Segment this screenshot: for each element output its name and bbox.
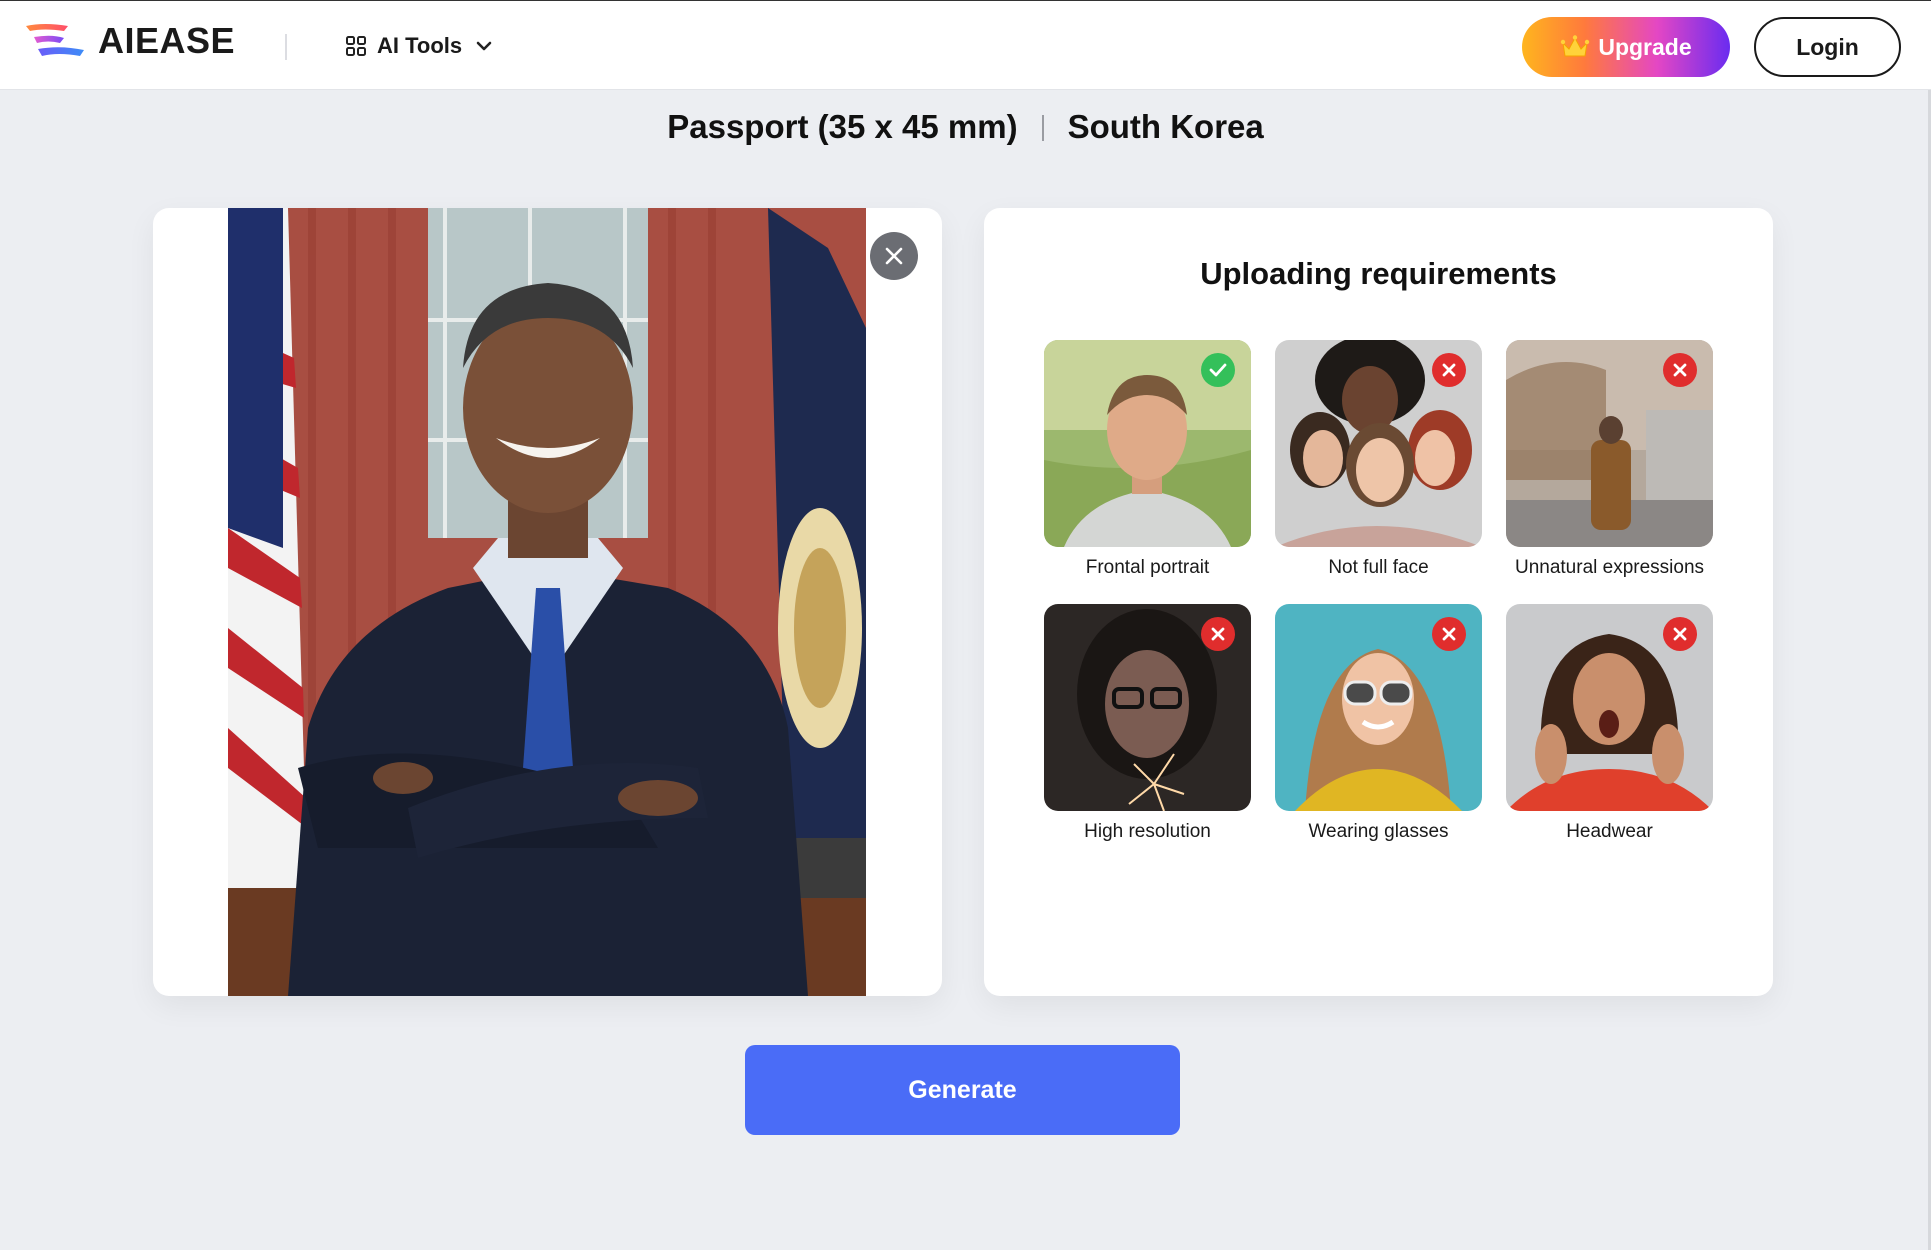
requirement-unnatural-expressions: Unnatural expressions xyxy=(1506,340,1713,579)
uploaded-photo-panel xyxy=(153,208,942,996)
title-separator xyxy=(1041,115,1044,141)
x-icon xyxy=(1442,627,1456,641)
close-icon xyxy=(885,247,903,265)
requirement-label: High resolution xyxy=(1084,821,1211,842)
page-title: Passport (35 x 45 mm) South Korea xyxy=(0,108,1931,146)
header-divider xyxy=(285,34,287,60)
rejected-badge xyxy=(1432,353,1466,387)
requirements-panel: Uploading requirements Frontal portrait xyxy=(984,208,1773,996)
login-label: Login xyxy=(1796,33,1859,60)
ai-tools-label: AI Tools xyxy=(377,33,463,58)
login-button[interactable]: Login xyxy=(1754,17,1901,77)
requirement-label: Wearing glasses xyxy=(1308,821,1449,842)
rejected-badge xyxy=(1663,353,1697,387)
logo-text: AIEASE xyxy=(98,20,236,61)
generate-label: Generate xyxy=(908,1075,1017,1104)
allowed-badge xyxy=(1201,353,1235,387)
upgrade-label: Upgrade xyxy=(1598,33,1692,60)
requirement-not-full-face: Not full face xyxy=(1275,340,1482,579)
chevron-down-icon xyxy=(476,41,492,51)
passport-spec: Passport (35 x 45 mm) xyxy=(667,108,1018,145)
country-name: South Korea xyxy=(1067,108,1264,145)
generate-button[interactable]: Generate xyxy=(745,1045,1180,1135)
requirement-headwear: Headwear xyxy=(1506,604,1713,843)
requirement-thumbnail xyxy=(1506,340,1713,547)
crown-icon xyxy=(1561,35,1590,57)
requirement-thumbnail xyxy=(1275,604,1482,811)
upgrade-button[interactable]: Upgrade xyxy=(1522,17,1730,77)
x-icon xyxy=(1673,627,1687,641)
logo[interactable]: AIEASE xyxy=(24,20,236,61)
requirement-label: Headwear xyxy=(1566,821,1653,842)
x-icon xyxy=(1442,363,1456,377)
check-icon xyxy=(1209,363,1227,377)
rejected-badge xyxy=(1663,617,1697,651)
rejected-badge xyxy=(1201,617,1235,651)
aiease-logo-icon xyxy=(26,24,84,56)
requirement-label: Frontal portrait xyxy=(1085,557,1210,578)
requirement-high-resolution: High resolution xyxy=(1044,604,1251,843)
requirement-frontal-portrait: Frontal portrait xyxy=(1044,340,1251,579)
requirement-thumbnail xyxy=(1275,340,1482,547)
requirements-title: Uploading requirements xyxy=(1200,256,1557,291)
rejected-badge xyxy=(1432,617,1466,651)
x-icon xyxy=(1673,363,1687,377)
requirements-grid: Frontal portrait Not full face Unnatural… xyxy=(1044,340,1714,860)
requirement-thumbnail xyxy=(1506,604,1713,811)
x-icon xyxy=(1211,627,1225,641)
requirement-label: Not full face xyxy=(1328,557,1429,578)
grid-icon xyxy=(346,36,366,56)
requirement-label: Unnatural expressions xyxy=(1514,557,1705,578)
requirement-thumbnail xyxy=(1044,604,1251,811)
uploaded-portrait-image xyxy=(228,208,866,996)
requirement-thumbnail xyxy=(1044,340,1251,547)
ai-tools-menu[interactable]: AI Tools xyxy=(345,29,494,63)
top-header: AIEASE AI Tools Upgrade Login xyxy=(0,0,1931,90)
requirement-wearing-glasses: Wearing glasses xyxy=(1275,604,1482,843)
remove-photo-button[interactable] xyxy=(870,232,918,280)
